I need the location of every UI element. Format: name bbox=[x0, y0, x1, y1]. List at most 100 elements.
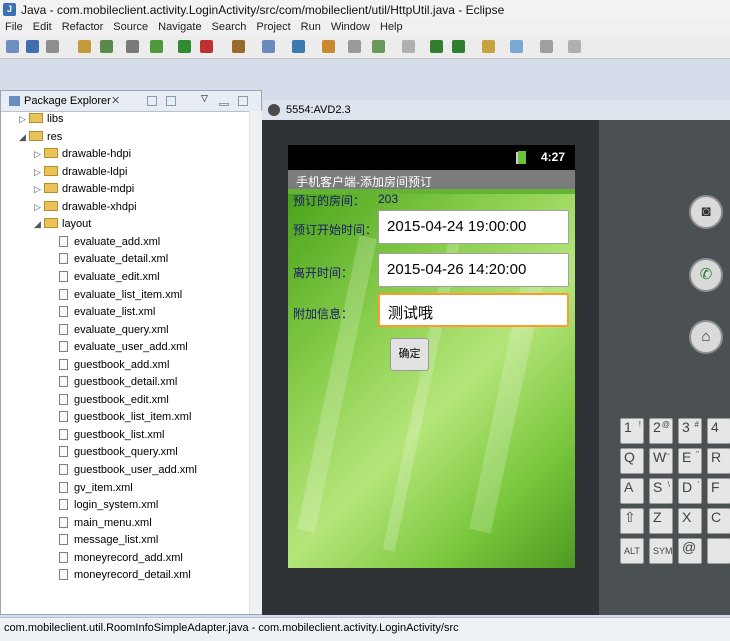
tree-file[interactable]: evaluate_list_item.xml bbox=[49, 288, 182, 306]
keyboard-key[interactable]: R bbox=[707, 448, 730, 474]
collapsed-arrow-icon[interactable]: ▷ bbox=[34, 202, 44, 213]
extra-info-input[interactable]: 测试哦 bbox=[378, 293, 569, 327]
leave-time-field[interactable]: 2015-04-26 14:20:00 bbox=[378, 253, 569, 287]
new-icon[interactable] bbox=[6, 40, 19, 53]
tree-file[interactable]: guestbook_edit.xml bbox=[49, 393, 169, 411]
menu-run[interactable]: Run bbox=[296, 20, 326, 33]
forward-icon[interactable] bbox=[452, 40, 465, 53]
keyboard-key[interactable]: @ bbox=[678, 538, 702, 564]
menu-search[interactable]: Search bbox=[207, 20, 252, 33]
tree-file[interactable]: guestbook_user_add.xml bbox=[49, 464, 197, 481]
collapsed-arrow-icon[interactable]: ▷ bbox=[34, 149, 44, 160]
tree-folder[interactable]: ▷ drawable-mdpi bbox=[34, 183, 134, 200]
tree-folder[interactable]: ◢ res bbox=[19, 130, 62, 148]
perspective-ddms-icon[interactable] bbox=[540, 40, 553, 53]
close-icon[interactable]: ✕ bbox=[111, 94, 120, 107]
tree-folder[interactable]: ▷ libs bbox=[19, 113, 64, 130]
open-type-icon[interactable] bbox=[78, 40, 91, 53]
menu-navigate[interactable]: Navigate bbox=[153, 20, 206, 33]
tree-file[interactable]: guestbook_query.xml bbox=[49, 446, 178, 463]
tree-file[interactable]: moneyrecord_add.xml bbox=[49, 551, 183, 569]
annotation-icon[interactable] bbox=[348, 40, 361, 53]
tree-scrollbar[interactable] bbox=[249, 111, 262, 614]
open-folder-icon[interactable] bbox=[322, 40, 335, 53]
keyboard-key[interactable]: S \ bbox=[649, 478, 673, 504]
tree-file[interactable]: gv_item.xml bbox=[49, 481, 133, 499]
tree-file[interactable]: guestbook_detail.xml bbox=[49, 376, 177, 393]
perspective-java-icon[interactable] bbox=[510, 40, 523, 53]
tree-folder[interactable]: ▷ drawable-hdpi bbox=[34, 148, 131, 165]
tree-file[interactable]: evaluate_edit.xml bbox=[49, 270, 160, 288]
link-editor-icon[interactable] bbox=[166, 96, 176, 106]
camera-button-icon[interactable]: ◙ bbox=[689, 195, 723, 229]
keyboard-key[interactable]: ALT bbox=[620, 538, 644, 564]
debug-icon[interactable] bbox=[200, 40, 213, 53]
keyboard-key[interactable]: SYM bbox=[649, 538, 673, 564]
menu-refactor[interactable]: Refactor bbox=[57, 20, 109, 33]
start-time-field[interactable]: 2015-04-24 19:00:00 bbox=[378, 210, 569, 244]
keyboard-key[interactable]: Q bbox=[620, 448, 644, 474]
back-icon[interactable] bbox=[430, 40, 443, 53]
tree-file[interactable]: main_menu.xml bbox=[49, 516, 152, 534]
tree-file[interactable]: evaluate_list.xml bbox=[49, 306, 155, 323]
confirm-button[interactable]: 确定 bbox=[390, 338, 429, 371]
tree-file[interactable]: evaluate_user_add.xml bbox=[49, 341, 188, 358]
keyboard-key[interactable]: 3 # bbox=[678, 418, 702, 444]
run-icon[interactable] bbox=[178, 40, 191, 53]
collapsed-arrow-icon[interactable]: ▷ bbox=[19, 114, 29, 125]
package-explorer-tab[interactable]: Package Explorer ✕ ▽ bbox=[1, 91, 261, 112]
tree-file[interactable]: message_list.xml bbox=[49, 534, 158, 551]
next-annotation-icon[interactable] bbox=[372, 40, 385, 53]
keyboard-key[interactable]: Z bbox=[649, 508, 673, 534]
keyboard-key[interactable]: X bbox=[678, 508, 702, 534]
keyboard-key[interactable]: W ~ bbox=[649, 448, 673, 474]
task-icon[interactable] bbox=[100, 40, 113, 53]
expanded-arrow-icon[interactable]: ◢ bbox=[19, 132, 29, 143]
tree-file[interactable]: guestbook_list_item.xml bbox=[49, 411, 191, 428]
tree-folder[interactable]: ◢ layout bbox=[34, 218, 91, 235]
collapsed-arrow-icon[interactable]: ▷ bbox=[34, 184, 44, 195]
new-class-icon[interactable] bbox=[262, 40, 275, 53]
menu-source[interactable]: Source bbox=[108, 20, 153, 33]
keyboard-key[interactable]: A bbox=[620, 478, 644, 504]
menu-file[interactable]: File bbox=[0, 20, 28, 33]
expanded-arrow-icon[interactable]: ◢ bbox=[34, 219, 44, 230]
keyboard-key[interactable]: C bbox=[707, 508, 730, 534]
menu-window[interactable]: Window bbox=[326, 20, 375, 33]
view-menu-icon[interactable]: ▽ bbox=[201, 93, 211, 103]
keyboard-key[interactable]: 4 bbox=[707, 418, 730, 444]
menu-project[interactable]: Project bbox=[251, 20, 295, 33]
collapse-all-icon[interactable] bbox=[147, 96, 157, 106]
save-icon[interactable] bbox=[26, 40, 39, 53]
search-icon[interactable] bbox=[292, 40, 305, 53]
tree-folder[interactable]: ▷ drawable-xhdpi bbox=[34, 200, 137, 218]
tree-folder[interactable]: ▷ drawable-ldpi bbox=[34, 165, 127, 183]
tree-file[interactable]: evaluate_detail.xml bbox=[49, 253, 168, 270]
keyboard-key[interactable]: F bbox=[707, 478, 730, 504]
keyboard-key[interactable]: 1! bbox=[620, 418, 644, 444]
tree-file[interactable]: guestbook_list.xml bbox=[49, 428, 165, 446]
print-icon[interactable] bbox=[46, 40, 59, 53]
keyboard-key[interactable]: E " bbox=[678, 448, 702, 474]
keyboard-key[interactable]: ⇧ bbox=[620, 508, 644, 534]
avd-manager-icon[interactable] bbox=[150, 40, 163, 53]
minimize-icon[interactable] bbox=[219, 103, 229, 106]
external-tools-icon[interactable] bbox=[232, 40, 245, 53]
android-sdk-icon[interactable] bbox=[126, 40, 139, 53]
tree-file[interactable]: moneyrecord_detail.xml bbox=[49, 569, 191, 586]
tree-file[interactable]: evaluate_query.xml bbox=[49, 323, 169, 341]
menu-edit[interactable]: Edit bbox=[28, 20, 57, 33]
home-button-icon[interactable]: ⌂ bbox=[689, 320, 723, 354]
menu-help[interactable]: Help bbox=[375, 20, 408, 33]
collapsed-arrow-icon[interactable]: ▷ bbox=[34, 167, 44, 178]
perspective-debug-icon[interactable] bbox=[568, 40, 581, 53]
keyboard-key[interactable] bbox=[707, 538, 730, 564]
maximize-icon[interactable] bbox=[238, 96, 248, 106]
tree-file[interactable]: guestbook_add.xml bbox=[49, 358, 169, 376]
prev-edit-icon[interactable] bbox=[402, 40, 415, 53]
tree-file[interactable]: login_system.xml bbox=[49, 499, 158, 516]
call-button-icon[interactable]: ✆ bbox=[689, 258, 723, 292]
keyboard-key[interactable]: D ' bbox=[678, 478, 702, 504]
perspective-icon[interactable] bbox=[482, 40, 495, 53]
tree-file[interactable]: evaluate_add.xml bbox=[49, 235, 160, 253]
